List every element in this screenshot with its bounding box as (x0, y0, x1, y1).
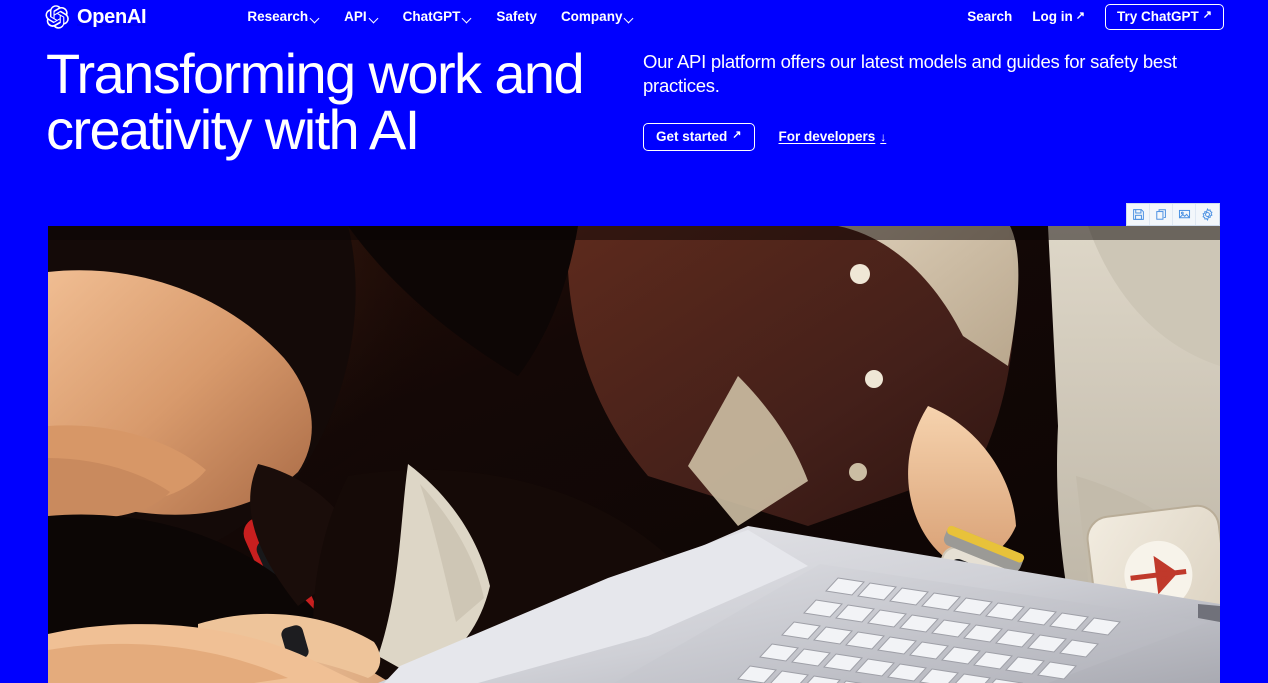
nav-item-chatgpt[interactable]: ChatGPT (403, 10, 473, 24)
for-developers-label: For developers (778, 129, 876, 145)
chevron-down-icon (311, 14, 320, 23)
search-label: Search (967, 9, 1013, 25)
login-link[interactable]: Log in ↗ (1032, 10, 1085, 24)
openai-blossom-icon (44, 4, 70, 30)
try-chatgpt-button[interactable]: Try ChatGPT ↗ (1105, 3, 1224, 31)
nav-item-safety[interactable]: Safety (496, 10, 537, 24)
hero-subtitle: Our API platform offers our latest model… (643, 51, 1177, 97)
hero-image (48, 226, 1220, 683)
image-toolbar (1126, 203, 1220, 226)
arrow-up-right-icon: ↗ (732, 129, 742, 142)
chevron-down-icon (463, 14, 472, 23)
hero-actions: Get started ↗ For developers ↓ (643, 122, 1223, 152)
hero-right-column: Our API platform offers our latest model… (643, 50, 1223, 152)
arrow-up-right-icon: ↗ (1202, 9, 1212, 21)
nav-utility-links: Search Log in ↗ Try ChatGPT ↗ (967, 0, 1224, 34)
for-developers-link[interactable]: For developers ↓ (779, 130, 887, 144)
settings-gear-icon[interactable] (1196, 204, 1219, 225)
search-link[interactable]: Search (967, 10, 1012, 24)
nav-item-label: Research (247, 9, 309, 25)
nav-item-company[interactable]: Company (561, 10, 635, 24)
primary-nav-links: Research API ChatGPT Safety Company (247, 0, 634, 34)
nav-item-label: Company (560, 9, 623, 25)
openai-homepage: OpenAI Research API ChatGPT Safety Compa… (0, 0, 1268, 683)
try-chatgpt-label: Try ChatGPT (1117, 8, 1199, 24)
image-icon[interactable] (1173, 204, 1196, 225)
get-started-label: Get started (656, 128, 728, 144)
nav-item-label: ChatGPT (402, 9, 461, 25)
chevron-down-icon (625, 14, 634, 23)
save-icon[interactable] (1127, 204, 1150, 225)
nav-item-label: API (344, 9, 367, 25)
nav-item-research[interactable]: Research (247, 10, 320, 24)
login-label: Log in (1032, 9, 1073, 25)
get-started-button[interactable]: Get started ↗ (643, 122, 755, 152)
nav-item-api[interactable]: API (344, 10, 379, 24)
brand-home-link[interactable]: OpenAI (44, 0, 147, 34)
chevron-down-icon (370, 14, 379, 23)
arrow-up-right-icon: ↗ (1075, 9, 1086, 22)
copy-icon[interactable] (1150, 204, 1173, 225)
nav-item-label: Safety (496, 9, 537, 25)
brand-name: OpenAI (77, 6, 147, 28)
page-title: Transforming work and creativity with AI (46, 42, 585, 161)
top-navigation-bar: OpenAI Research API ChatGPT Safety Compa… (0, 0, 1268, 34)
arrow-down-icon: ↓ (880, 130, 887, 145)
hero-section: Transforming work and creativity with AI… (0, 40, 1268, 200)
